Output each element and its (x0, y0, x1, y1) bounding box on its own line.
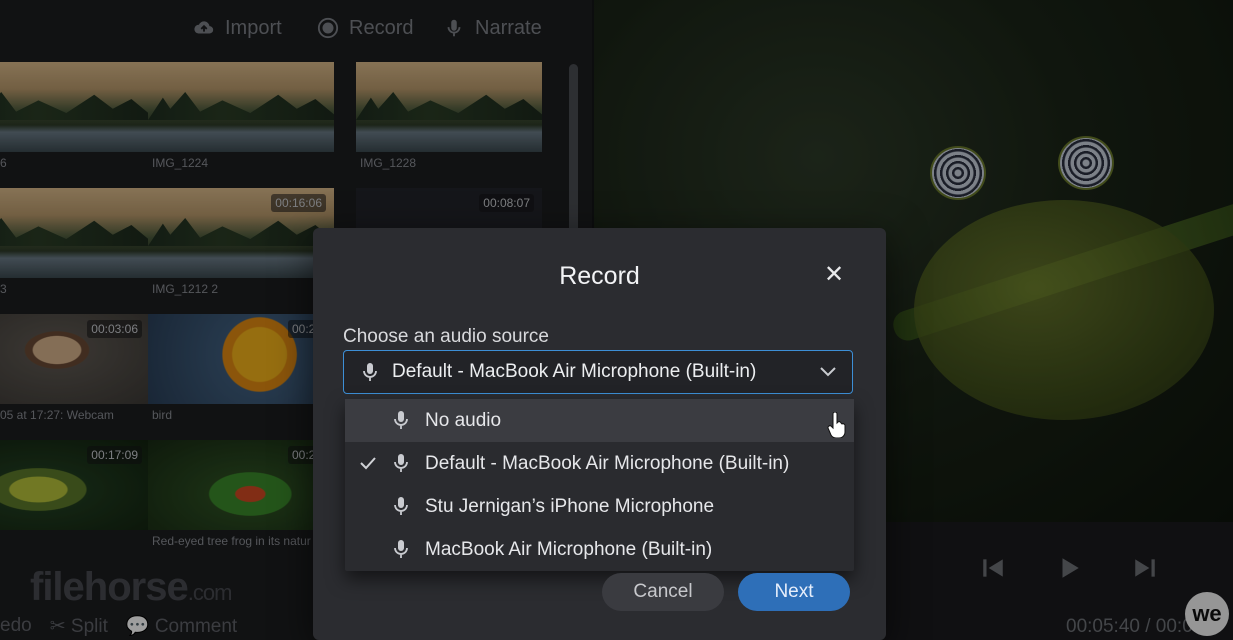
cancel-button[interactable]: Cancel (602, 573, 724, 611)
audio-source-dropdown: No audio Default - MacBook Air Microphone… (345, 399, 854, 571)
audio-option[interactable]: Default - MacBook Air Microphone (Built-… (345, 442, 854, 485)
dialog-title: Record (559, 262, 640, 290)
audio-option[interactable]: Stu Jernigan’s iPhone Microphone (345, 485, 854, 528)
next-button[interactable]: Next (738, 573, 850, 611)
chevron-down-icon (820, 367, 836, 377)
audio-source-select[interactable]: Default - MacBook Air Microphone (Built-… (343, 350, 853, 394)
microphone-icon (394, 497, 408, 515)
microphone-icon (394, 454, 408, 472)
audio-option[interactable]: No audio (345, 399, 854, 442)
audio-option[interactable]: MacBook Air Microphone (Built-in) (345, 528, 854, 571)
microphone-icon (394, 540, 408, 558)
microphone-icon (394, 411, 408, 429)
audio-source-label: Choose an audio source (343, 326, 549, 347)
checkmark-icon (360, 457, 376, 470)
audio-option-label: Stu Jernigan’s iPhone Microphone (425, 496, 715, 517)
close-icon[interactable]: ✕ (821, 262, 847, 288)
audio-option-label: Default - MacBook Air Microphone (Built-… (425, 453, 790, 474)
audio-source-value: Default - MacBook Air Microphone (Built-… (392, 361, 757, 382)
microphone-icon (363, 363, 377, 381)
hand-cursor-icon (827, 412, 846, 438)
app-window: Import Record Narrate 6 IMG_1224 IMG_1228 3… (0, 0, 1233, 640)
audio-option-label: No audio (425, 410, 502, 431)
audio-option-label: MacBook Air Microphone (Built-in) (425, 539, 713, 560)
